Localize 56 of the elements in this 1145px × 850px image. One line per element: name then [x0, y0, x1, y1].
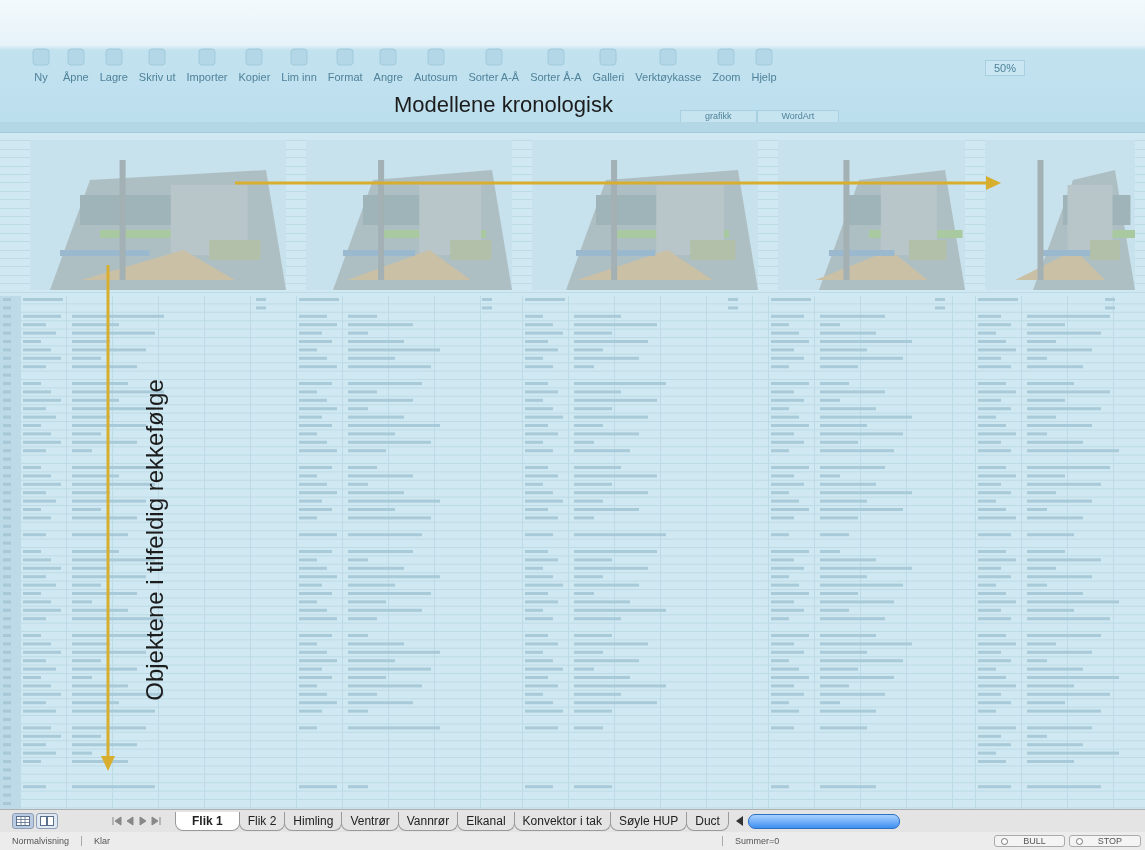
toolbar-button[interactable]: Kopier — [236, 46, 273, 83]
toolbar-button[interactable]: Sorter A-Å — [466, 46, 522, 83]
sum-text: Summer=0 — [722, 836, 792, 846]
toolbar-icon — [482, 46, 505, 68]
toolbar-icon — [30, 46, 52, 68]
toolbar-button[interactable]: Lagre — [97, 46, 130, 83]
toolbar-icon — [597, 46, 620, 68]
status-text: Klar — [81, 836, 123, 846]
toolbar-icon — [146, 46, 169, 68]
toolbar-button[interactable]: Importer — [184, 46, 230, 83]
annotation-title: Modellene kronologisk — [394, 93, 613, 117]
toolbar-icon — [243, 46, 266, 68]
toolbar-button[interactable]: Zoom — [710, 46, 743, 83]
scroll-left-icon[interactable] — [735, 816, 744, 826]
toolbar-button[interactable]: Galleri — [590, 46, 627, 83]
toolbar-icon — [377, 46, 400, 68]
toolbar-button[interactable]: Skriv ut — [136, 46, 178, 83]
toolbar-icon — [64, 46, 87, 68]
normal-view-button[interactable] — [12, 813, 34, 829]
ribbon-tab[interactable]: grafikk — [680, 110, 757, 122]
toolbar-button[interactable]: Sorter Å-A — [528, 46, 584, 83]
toolbar-icon — [288, 46, 311, 68]
toolbar-icon — [544, 46, 567, 68]
next-sheet-icon[interactable] — [138, 816, 148, 826]
status-button[interactable]: BULL — [994, 835, 1065, 847]
first-sheet-icon[interactable] — [112, 816, 122, 826]
toolbar-button[interactable]: Ny — [28, 46, 54, 83]
toolbar-icon — [753, 46, 775, 68]
toolbar-button[interactable]: Autosum — [411, 46, 460, 83]
toolbar-icon — [715, 46, 738, 68]
toolbar-button[interactable]: Hjelp — [749, 46, 779, 83]
page-layout-button[interactable] — [36, 813, 58, 829]
zoom-field[interactable]: 50% — [984, 60, 1025, 76]
ribbon-tab[interactable]: WordArt — [756, 110, 840, 122]
toolbar-button[interactable]: Angre — [371, 46, 405, 83]
toolbar-button[interactable]: Åpne — [61, 46, 91, 83]
grid-icon — [16, 816, 30, 826]
annotation-label: Objektene i tilfeldig rekkefølge — [142, 379, 168, 701]
radio-icon — [1075, 837, 1083, 845]
toolbar-icon — [657, 46, 680, 68]
toolbar-button[interactable]: Verktøykasse — [633, 46, 704, 83]
pages-icon — [40, 816, 54, 826]
view-label: Normalvisning — [11, 836, 71, 846]
radio-icon — [1001, 837, 1009, 845]
status-button[interactable]: STOP — [1068, 835, 1141, 847]
toolbar-button[interactable]: Format — [325, 46, 365, 83]
toolbar-button[interactable]: Lim inn — [279, 46, 319, 83]
previous-sheet-icon[interactable] — [125, 816, 135, 826]
toolbar-icon — [196, 46, 218, 68]
toolbar-icon — [424, 46, 447, 68]
toolbar-icon — [334, 46, 357, 68]
sheet-tab[interactable]: Flik 1 — [175, 811, 240, 831]
scrollbar-thumb[interactable] — [747, 813, 900, 829]
sheet-tab[interactable]: Duct — [686, 811, 729, 831]
toolbar-icon — [102, 46, 125, 68]
last-sheet-icon[interactable] — [151, 816, 161, 826]
